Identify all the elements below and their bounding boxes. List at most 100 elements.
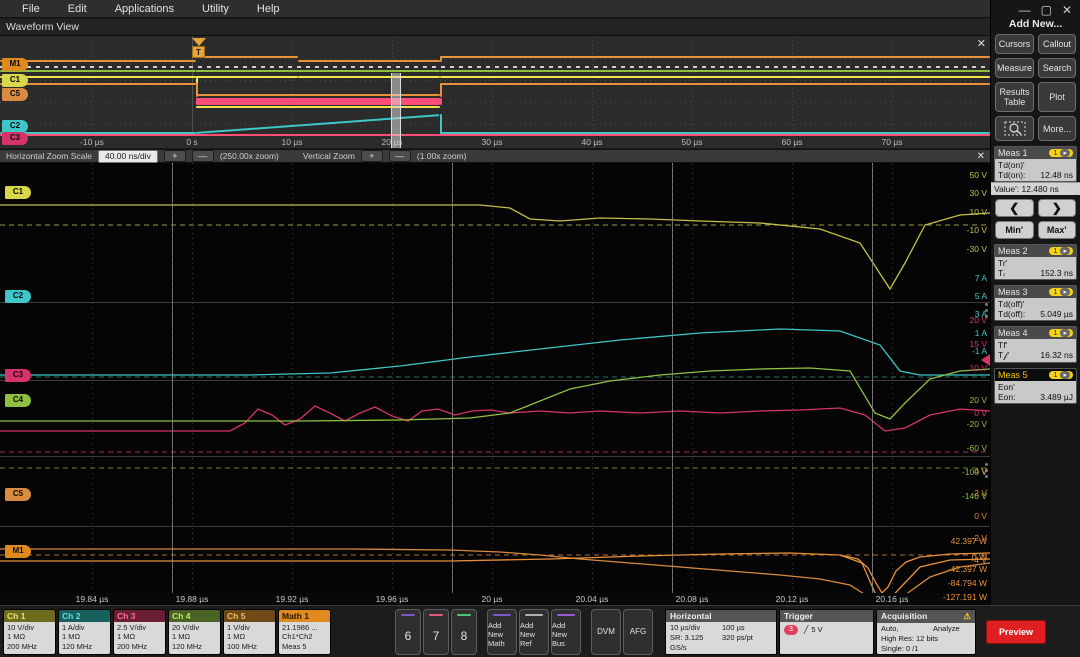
c3-position-marker[interactable] [981,354,990,366]
search-button[interactable]: Search [1038,58,1076,78]
acquisition-body: Auto, Analyze High Res: 12 bits Single: … [877,623,975,655]
meas5-header[interactable]: Meas 5 1 ▸ [995,369,1076,381]
menu-item-edit[interactable]: Edit [54,0,101,18]
trigger-arrow-icon [192,38,206,46]
zoom-select-icon[interactable] [995,116,1034,141]
channel-badge-math1[interactable]: Math 1 21.1986 ... Ch1*Ch2 Meas 5 [278,609,331,655]
overview-pane[interactable]: M1 C1 C5 C2 C3 ✕ [0,36,990,148]
previous-button[interactable]: ❮ [995,199,1034,217]
trigger-source-badge[interactable]: 3 [784,625,798,635]
ch1-settings: 10 V/div 1 MΩ 200 MHz [4,622,55,654]
meas4-expand-icon[interactable]: ▸ [1060,329,1070,337]
measurement-badge-2[interactable]: Meas 2 1 ▸ Tr' Tᵣ 152.3 ns [994,244,1077,280]
max-button[interactable]: Max' [1038,221,1077,239]
meas3-source-pill[interactable]: 1 ▸ [1049,288,1073,296]
meas2-value: 152.3 ns [1040,268,1073,278]
overview-tag-m1[interactable]: M1 [2,58,28,71]
meas4-title: Meas 4 [998,328,1028,338]
add-new-math-button[interactable]: Add New Math [487,609,517,655]
main-waveform-area[interactable]: C1 C2 C3 C4 C5 M1 50 V 30 V 10 V -10 V -… [0,163,990,605]
menu-item-help[interactable]: Help [243,0,294,18]
measurement-badge-3[interactable]: Meas 3 1 ▸ Td(off)' Td(off): 5.049 µs [994,285,1077,321]
c2-scale-3: 1 A [975,328,987,338]
channel-button-6[interactable]: 6 [395,609,421,655]
measure-button[interactable]: Measure [995,58,1034,78]
math1-meas: Meas 5 [282,642,327,652]
ch2-settings: 1 A/div 1 MΩ 120 MHz [59,622,110,654]
channel-button-7[interactable]: 7 [423,609,449,655]
main-tag-c1[interactable]: C1 [5,186,31,199]
trigger-marker[interactable]: T [192,38,206,60]
meas1-title: Meas 1 [998,148,1028,158]
horizontal-settings-panel[interactable]: Horizontal 10 µs/div 100 µs SR: 3.125 GS… [665,609,777,655]
channel-badge-ch5[interactable]: Ch 5 1 V/div 1 MΩ 100 MHz [223,609,276,655]
channel-button-8[interactable]: 8 [451,609,477,655]
maximize-icon[interactable]: ▢ [1041,4,1052,16]
callout-button[interactable]: Callout [1038,34,1076,54]
meas3-header[interactable]: Meas 3 1 ▸ [995,286,1076,298]
meas3-expand-icon[interactable]: ▸ [1060,288,1070,296]
horizontal-zoom-scale-input[interactable]: 40.00 ns/div [98,150,158,163]
meas5-source: 1 [1054,372,1058,379]
channel-badge-ch1[interactable]: Ch 1 10 V/div 1 MΩ 200 MHz [3,609,56,655]
meas4-source-pill[interactable]: 1 ▸ [1049,329,1073,337]
menu-item-utility[interactable]: Utility [188,0,243,18]
overview-tag-c5[interactable]: C5 [2,88,28,101]
c4-scale-2: -60 V [967,443,987,453]
measurement-badge-5[interactable]: Meas 5 1 ▸ Eon' Eon: 3.489 µJ [994,368,1077,404]
menu-item-applications[interactable]: Applications [101,0,188,18]
c5-scale-2: 0 V [974,511,987,521]
acquisition-settings-panel[interactable]: Acquisition ⚠ Auto, Analyze High Res: 12… [876,609,976,655]
meas1-expand-icon[interactable]: ▸ [1060,149,1070,157]
ch8-color-bar [457,614,471,616]
overview-tag-c3[interactable]: C3 [2,132,28,145]
minimize-icon[interactable]: — [1019,4,1031,16]
acquisition-title-text: Acquisition [881,611,927,622]
meas1-value: 12.48 ns [1040,170,1073,180]
min-button[interactable]: Min' [995,221,1034,239]
menu-item-file[interactable]: File [8,0,54,18]
vertical-zoom-decrease-button[interactable]: — [389,150,411,162]
preview-button[interactable]: Preview [986,620,1046,644]
horizontal-zoom-increase-button[interactable]: + [164,150,186,162]
add-new-bus-button[interactable]: Add New Bus [551,609,581,655]
measurement-badge-1[interactable]: Meas 1 1 ▸ Td(on)' Td(on): 12.48 ns [994,146,1077,182]
main-tag-c5[interactable]: C5 [5,488,31,501]
meas1-header[interactable]: Meas 1 1 ▸ [995,147,1076,159]
meas1-minmax-row: Min' Max' [991,217,1080,239]
ch7-color-bar [429,614,443,616]
next-button[interactable]: ❯ [1038,199,1077,217]
vertical-zoom-increase-button[interactable]: + [361,150,383,162]
main-tag-m1[interactable]: M1 [5,545,31,558]
meas4-header[interactable]: Meas 4 1 ▸ [995,327,1076,339]
cursors-button[interactable]: Cursors [995,34,1034,54]
close-icon[interactable]: ✕ [1062,4,1072,16]
main-tag-c2[interactable]: C2 [5,290,31,303]
zoom-region-selector[interactable] [391,73,401,148]
channel-badge-ch2[interactable]: Ch 2 1 A/div 1 MΩ 120 MHz [58,609,111,655]
meas5-source-pill[interactable]: 1 ▸ [1049,371,1073,379]
overview-tag-c1[interactable]: C1 [2,74,28,87]
add-new-ref-button[interactable]: Add New Ref [519,609,549,655]
main-tag-c3[interactable]: C3 [5,369,31,382]
meas2-expand-icon[interactable]: ▸ [1060,247,1070,255]
horizontal-zoom-decrease-button[interactable]: — [192,150,214,162]
overview-close-button[interactable]: ✕ [977,37,986,50]
meas2-header[interactable]: Meas 2 1 ▸ [995,245,1076,257]
meas5-expand-icon[interactable]: ▸ [1060,371,1070,379]
dvm-button[interactable]: DVM [591,609,621,655]
trigger-settings-panel[interactable]: Trigger 3 ╱ 5 V [779,609,874,655]
horizontal-title: Horizontal [666,610,776,622]
trigger-title: Trigger [780,610,873,622]
measurement-badge-4[interactable]: Meas 4 1 ▸ Tf' T𝒻 16.32 ns [994,326,1077,363]
channel-badge-ch3[interactable]: Ch 3 2.5 V/div 1 MΩ 200 MHz [113,609,166,655]
results-table-button[interactable]: Results Table [995,82,1034,112]
afg-button[interactable]: AFG [623,609,653,655]
more-button[interactable]: More... [1038,116,1076,141]
plot-button[interactable]: Plot [1038,82,1076,112]
zoom-bar-close-button[interactable]: ✕ [977,151,985,162]
meas2-source-pill[interactable]: 1 ▸ [1049,247,1073,255]
channel-badge-ch4[interactable]: Ch 4 20 V/div 1 MΩ 120 MHz [168,609,221,655]
main-tag-c4[interactable]: C4 [5,394,31,407]
meas1-source-pill[interactable]: 1 ▸ [1049,149,1073,157]
